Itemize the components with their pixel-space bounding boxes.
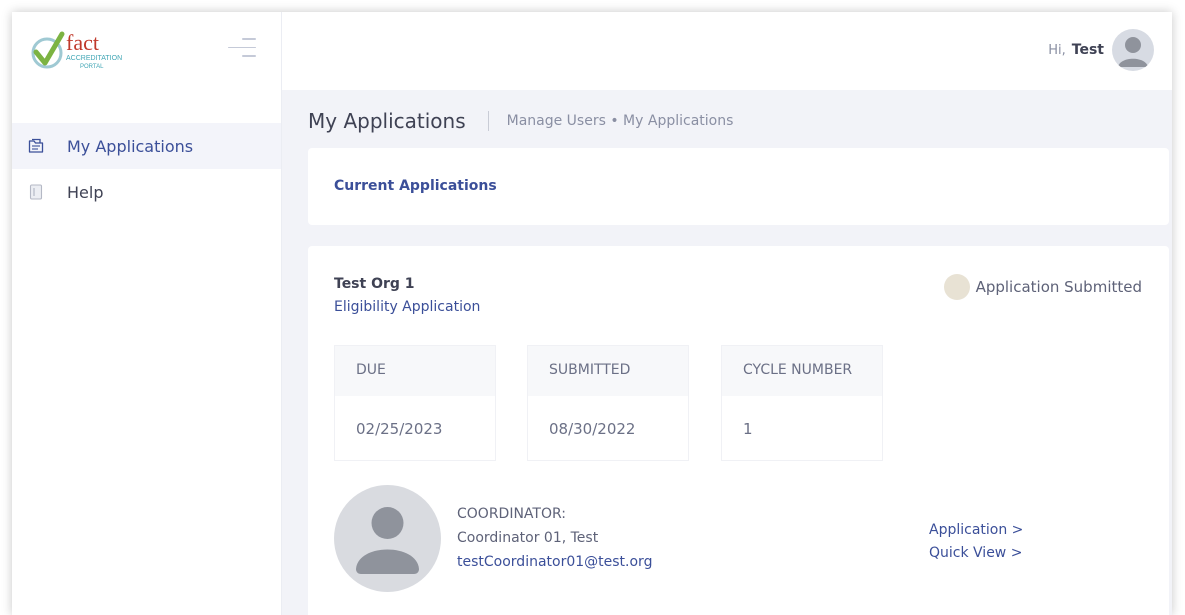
sidebar-item-help[interactable]: Help xyxy=(12,169,281,215)
app-frame: fact ACCREDITATION PORTAL My Application… xyxy=(12,12,1172,615)
coordinator-label: COORDINATOR: xyxy=(457,506,566,522)
application-folder-icon xyxy=(27,137,45,155)
top-bar: Hi, Test xyxy=(282,12,1172,90)
application-card: Test Org 1 Eligibility Application Appli… xyxy=(308,246,1169,615)
sidebar-item-label: My Applications xyxy=(67,136,194,156)
stat-value: 02/25/2023 xyxy=(356,420,443,438)
coordinator-name: Coordinator 01, Test xyxy=(457,530,599,546)
greeting-text: Hi, xyxy=(1048,42,1066,58)
application-link[interactable]: Application > xyxy=(929,522,1023,538)
page-title: My Applications xyxy=(308,109,466,133)
breadcrumb[interactable]: Manage Users • My Applications xyxy=(507,113,734,129)
stat-submitted: SUBMITTED 08/30/2022 xyxy=(527,345,689,461)
stat-label: CYCLE NUMBER xyxy=(722,346,882,396)
sidebar-item-my-applications[interactable]: My Applications xyxy=(12,123,281,169)
stat-cycle-number: CYCLE NUMBER 1 xyxy=(721,345,883,461)
stat-label: SUBMITTED xyxy=(528,346,688,396)
subheader-separator xyxy=(487,111,489,131)
svg-text:PORTAL: PORTAL xyxy=(80,64,104,70)
logo-area: fact ACCREDITATION PORTAL xyxy=(12,12,281,90)
user-menu[interactable]: Hi, Test xyxy=(1048,29,1154,71)
status-badge: Application Submitted xyxy=(943,274,1142,300)
application-type[interactable]: Eligibility Application xyxy=(334,299,480,315)
menu-toggle-icon[interactable] xyxy=(228,38,256,60)
stat-label: DUE xyxy=(335,346,495,396)
stat-due: DUE 02/25/2023 xyxy=(334,345,496,461)
sidebar-menu: My Applications Help xyxy=(12,123,281,215)
svg-text:fact: fact xyxy=(66,30,99,55)
svg-text:ACCREDITATION: ACCREDITATION xyxy=(66,55,122,62)
current-applications-card: Current Applications xyxy=(308,148,1169,225)
subheader: My Applications Manage Users • My Applic… xyxy=(308,106,733,136)
coordinator-email[interactable]: testCoordinator01@test.org xyxy=(457,554,652,570)
sidebar: fact ACCREDITATION PORTAL My Application… xyxy=(12,12,282,615)
coordinator-avatar-icon xyxy=(334,485,441,592)
fact-logo[interactable]: fact ACCREDITATION PORTAL xyxy=(28,28,148,74)
sidebar-item-label: Help xyxy=(67,182,104,202)
org-name: Test Org 1 xyxy=(334,276,415,292)
status-label: Application Submitted xyxy=(975,278,1142,296)
stat-value: 08/30/2022 xyxy=(549,420,636,438)
user-avatar-icon[interactable] xyxy=(1112,29,1154,71)
status-dot-icon xyxy=(943,274,970,300)
stat-value: 1 xyxy=(743,420,753,438)
quick-view-link[interactable]: Quick View > xyxy=(929,545,1022,561)
user-name: Test xyxy=(1071,42,1104,58)
help-book-icon xyxy=(27,183,45,201)
section-title: Current Applications xyxy=(334,178,497,194)
